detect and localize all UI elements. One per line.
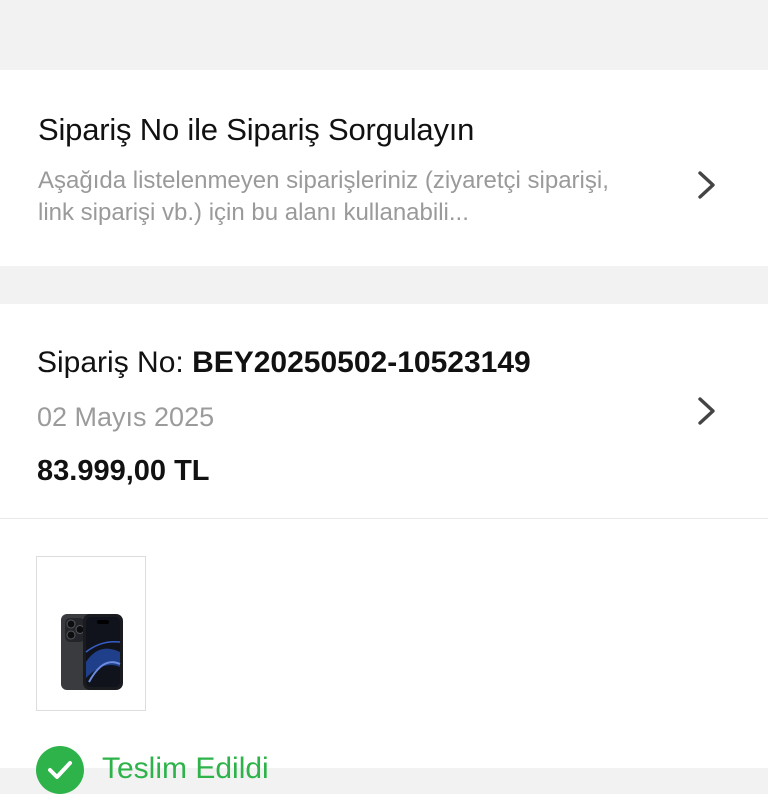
chevron-right-icon [694, 169, 720, 201]
product-thumbnail[interactable] [36, 556, 146, 711]
query-title: Sipariş No ile Sipariş Sorgulayın [38, 112, 475, 147]
order-number: Sipariş No: BEY20250502-10523149 [37, 346, 531, 380]
order-card: Sipariş No: BEY20250502-10523149 02 Mayı… [0, 304, 768, 794]
top-spacer [0, 0, 768, 70]
order-number-label: Sipariş No: [37, 346, 184, 379]
order-date: 02 Mayıs 2025 [37, 402, 215, 432]
section-spacer [0, 266, 768, 304]
order-summary[interactable]: Sipariş No: BEY20250502-10523149 02 Mayı… [0, 304, 768, 518]
check-circle-icon [36, 746, 84, 794]
smartphone-icon [61, 614, 123, 690]
divider [0, 518, 768, 519]
chevron-right-icon [694, 395, 720, 427]
status-text: Teslim Edildi [102, 752, 269, 785]
order-number-value: BEY20250502-10523149 [192, 346, 531, 379]
order-query-card[interactable]: Sipariş No ile Sipariş Sorgulayın Aşağıd… [0, 70, 768, 266]
query-description: Aşağıda listelenmeyen siparişleriniz (zi… [38, 167, 609, 226]
order-total: 83.999,00 TL [37, 455, 210, 487]
